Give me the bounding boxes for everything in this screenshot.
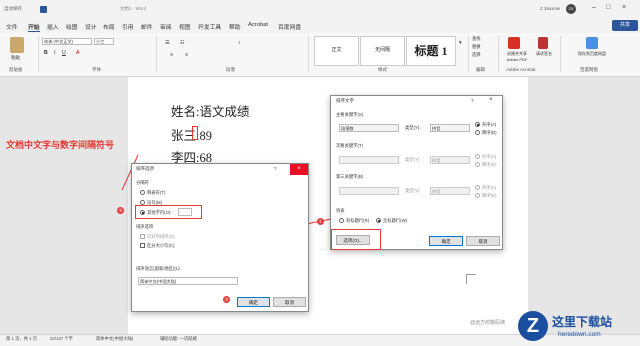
header-row-radio[interactable] <box>339 218 344 223</box>
type-select-3[interactable]: 拼音 <box>430 187 470 195</box>
site-domain: heredown.com <box>558 331 601 338</box>
step-1-badge: ① <box>317 218 324 225</box>
other-char-input[interactable]: : <box>178 208 192 216</box>
options-close-button[interactable]: × <box>290 164 308 175</box>
ascending-radio-3[interactable] <box>475 185 480 190</box>
other-char-radio[interactable] <box>140 210 145 215</box>
step-2-badge: ② <box>117 207 124 214</box>
tab-label: 制表符(T) <box>147 190 166 195</box>
no-header-radio[interactable] <box>376 218 381 223</box>
language-status[interactable]: 简体中文(中国大陆) <box>96 336 133 342</box>
case-sensitive-label: 区分大小写(C) <box>147 243 175 248</box>
case-sensitive-checkbox[interactable] <box>140 243 145 248</box>
sort-language-select[interactable]: 简体中文(中国大陆) <box>138 277 238 285</box>
sort-column-label: 仅对列排序(O) <box>147 234 175 239</box>
options-ok-button[interactable]: 确定 <box>237 297 270 307</box>
descending-label: 降序(D) <box>482 130 497 135</box>
descending-label-2: 降序(D) <box>482 162 497 167</box>
site-logo-icon: Z <box>518 311 548 341</box>
options-dialog-title: 排序选项 <box>136 166 154 171</box>
list-label: 列表 <box>336 208 345 213</box>
options-button[interactable]: 选项(O)... <box>336 235 370 245</box>
page-count[interactable]: 第 1 页，共 1 页 <box>6 336 37 342</box>
help-icon[interactable]: ? <box>471 98 474 103</box>
ascending-radio[interactable] <box>475 122 480 127</box>
sort-column-checkbox[interactable] <box>140 234 145 239</box>
accessibility-status[interactable]: 辅助功能: 一切就绪 <box>160 336 197 342</box>
author-note: @远方的数码侠 <box>470 320 506 326</box>
primary-key-select[interactable]: 段落数 <box>339 124 399 132</box>
other-char-label: 其他字符(O): <box>147 210 172 215</box>
ascending-radio-2[interactable] <box>475 154 480 159</box>
no-header-label: 无标题行(W) <box>383 218 408 223</box>
sort-cancel-button[interactable]: 取消 <box>466 236 500 246</box>
type-select-2[interactable]: 拼音 <box>430 156 470 164</box>
sort-text-dialog <box>330 95 503 250</box>
separator-group-label: 分隔符 <box>136 180 149 185</box>
primary-key-label: 主要关键字(S) <box>336 112 364 117</box>
sort-dialog-title: 排序文字 <box>336 98 354 103</box>
type-select[interactable]: 拼音 <box>430 124 470 132</box>
options-dialog-titlebar <box>132 164 308 175</box>
tertiary-key-select[interactable] <box>339 187 399 195</box>
descending-radio[interactable] <box>475 130 480 135</box>
ascending-label-2: 升序(A) <box>482 154 497 159</box>
ascending-label-3: 升序(A) <box>482 185 497 190</box>
secondary-key-label: 次要关键字(T) <box>336 143 363 148</box>
ascending-label: 升序(A) <box>482 122 497 127</box>
type-label: 类型(Y): <box>405 125 421 130</box>
site-name: 这里下载站 <box>552 315 613 329</box>
sort-options-label: 排序选项 <box>136 224 154 229</box>
descending-label-3: 降序(D) <box>482 193 497 198</box>
sort-ok-button[interactable]: 确定 <box>429 236 463 246</box>
header-row-label: 有标题行(R) <box>346 218 370 223</box>
descending-radio-3[interactable] <box>475 193 480 198</box>
close-icon[interactable]: × <box>489 97 493 103</box>
tab-radio[interactable] <box>140 190 145 195</box>
tertiary-key-label: 第三关键字(B) <box>336 174 364 179</box>
step-3-badge: ③ <box>223 296 230 303</box>
descending-radio-2[interactable] <box>475 162 480 167</box>
annotation-arrows <box>121 154 337 227</box>
options-cancel-button[interactable]: 取消 <box>273 297 306 307</box>
type-label-2: 类型(Y): <box>405 157 421 162</box>
word-count[interactable]: 22/137 个字 <box>50 336 73 342</box>
secondary-key-select[interactable] <box>339 156 399 164</box>
type-label-3: 类型(Y): <box>405 188 421 193</box>
help-icon[interactable]: ? <box>274 166 277 171</box>
sort-language-label: 排序语言(国家/地区)(L) <box>136 266 180 271</box>
